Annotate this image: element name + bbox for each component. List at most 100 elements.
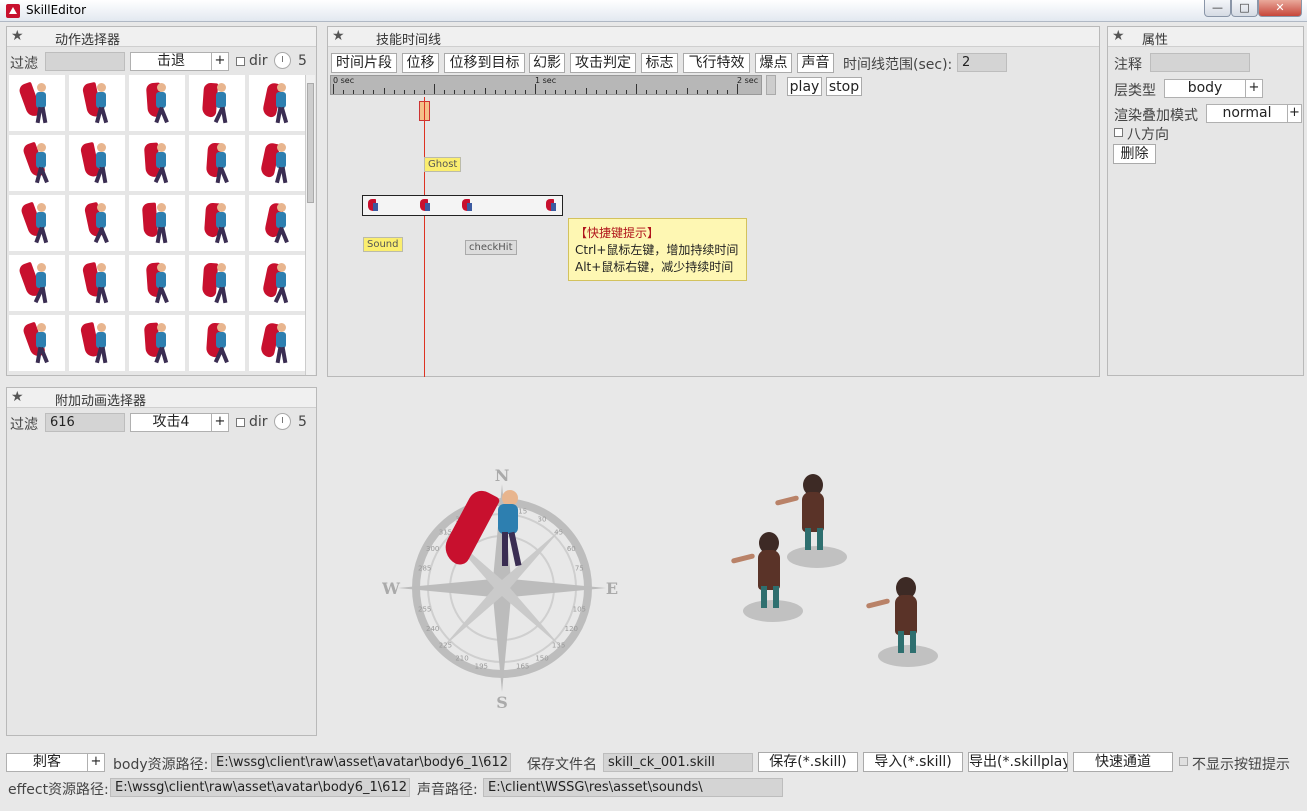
action-frame-cell[interactable]	[249, 135, 305, 191]
action-grid-scrollbar[interactable]	[305, 75, 315, 375]
action-add-button[interactable]: +	[211, 52, 229, 71]
layer-type-add-button[interactable]: +	[1245, 79, 1263, 98]
save-filename-input[interactable]: skill_ck_001.skill	[603, 753, 753, 772]
action-frame-cell[interactable]	[189, 135, 245, 191]
extra-filter-input[interactable]: 616	[45, 413, 125, 432]
action-frame-cell[interactable]	[249, 75, 305, 131]
action-frame-cell[interactable]	[69, 135, 125, 191]
stop-button[interactable]: stop	[826, 77, 862, 96]
action-frame-cell[interactable]	[249, 195, 305, 251]
import-button[interactable]: 导入(*.skill)	[863, 752, 963, 772]
play-button[interactable]: play	[787, 77, 822, 96]
action-frame-cell[interactable]	[69, 195, 125, 251]
timeline-ruler[interactable]: 0 sec 1 sec 2 sec	[330, 75, 762, 95]
extra-animation-list[interactable]	[9, 436, 314, 733]
role-add-button[interactable]: +	[87, 753, 105, 772]
attack-judge-button[interactable]: 攻击判定	[570, 53, 636, 73]
animation-clip-track[interactable]	[362, 195, 563, 216]
compass-degree-label: 255	[418, 606, 431, 614]
action-frame-cell[interactable]	[69, 255, 125, 311]
scrollbar-thumb[interactable]	[307, 83, 314, 203]
extra-action-add-button[interactable]: +	[211, 413, 229, 432]
export-button[interactable]: 导出(*.skillplay	[968, 752, 1068, 772]
filter-input[interactable]	[45, 52, 125, 71]
save-button[interactable]: 保存(*.skill)	[758, 752, 858, 772]
blend-mode-combo[interactable]: normal	[1206, 104, 1288, 123]
layer-type-combo[interactable]: body	[1164, 79, 1246, 98]
sprite-part	[99, 106, 109, 124]
ruler-tick	[585, 88, 587, 94]
note-input[interactable]	[1150, 53, 1250, 72]
preview-stage[interactable]: N S E W 31533034515304560751051201351501…	[319, 378, 1307, 738]
close-button[interactable]: ✕	[1258, 0, 1302, 17]
displace-button[interactable]: 位移	[402, 53, 439, 73]
sprite-part	[40, 286, 48, 304]
checkhit-tag[interactable]: checkHit	[465, 240, 517, 255]
action-frame-cell[interactable]	[9, 75, 65, 131]
tooltip-title: 【快捷键提示】	[575, 226, 660, 240]
action-frame-cell[interactable]	[249, 315, 305, 371]
extra-animation-panel: ★ 附加动画选择器 过滤 616 攻击4 + dir 5	[6, 387, 317, 736]
action-frame-cell[interactable]	[189, 75, 245, 131]
sprite-part	[96, 272, 106, 288]
enemy-character[interactable]	[864, 573, 954, 683]
action-frame-cell[interactable]	[69, 75, 125, 131]
extra-dir-checkbox[interactable]	[236, 418, 245, 427]
sprite-part	[159, 166, 169, 184]
action-frame-cell[interactable]	[69, 315, 125, 371]
timeline-range-input[interactable]: 2	[957, 53, 1007, 72]
sprite-part	[216, 332, 226, 348]
compass-degree-label: 135	[552, 642, 565, 650]
hide-hint-checkbox[interactable]	[1179, 757, 1188, 766]
enemy-character[interactable]	[729, 528, 819, 638]
dial-icon[interactable]	[274, 52, 291, 69]
sprite-part	[217, 203, 226, 212]
quick-channel-button[interactable]: 快速通道	[1073, 752, 1173, 772]
action-frame-cell[interactable]	[9, 135, 65, 191]
action-combo[interactable]: 击退	[130, 52, 212, 71]
delete-button[interactable]: 删除	[1113, 144, 1156, 164]
minimize-button[interactable]: —	[1204, 0, 1231, 17]
blend-mode-add-button[interactable]: +	[1287, 104, 1302, 123]
action-frame-cell[interactable]	[129, 75, 185, 131]
compass-degree-label: 240	[426, 625, 439, 633]
eight-direction-checkbox[interactable]	[1114, 128, 1123, 137]
action-frame-cell[interactable]	[129, 315, 185, 371]
hero-character[interactable]	[439, 485, 534, 586]
phantom-button[interactable]: 幻影	[529, 53, 565, 73]
action-frame-cell[interactable]	[129, 255, 185, 311]
action-frame-cell[interactable]	[9, 255, 65, 311]
sprite-part	[217, 83, 226, 92]
action-frame-cell[interactable]	[189, 195, 245, 251]
dir-checkbox[interactable]	[236, 57, 245, 66]
compass-degree-label: 285	[418, 564, 431, 572]
extra-action-combo[interactable]: 攻击4	[130, 413, 212, 432]
action-frame-cell[interactable]	[9, 195, 65, 251]
maximize-button[interactable]: □	[1231, 0, 1258, 17]
action-frame-cell[interactable]	[129, 135, 185, 191]
sound-tag[interactable]: Sound	[363, 237, 403, 252]
extra-animation-title: 附加动画选择器	[55, 394, 147, 409]
body-path-input[interactable]: E:\wssg\client\raw\asset\avatar\body6_1\…	[211, 753, 511, 772]
action-frame-cell[interactable]	[249, 255, 305, 311]
sound-button[interactable]: 声音	[797, 53, 834, 73]
sound-path-input[interactable]: E:\client\WSSG\res\asset\sounds\	[483, 778, 783, 797]
role-combo[interactable]: 刺客	[6, 753, 88, 772]
action-frame-cell[interactable]	[9, 315, 65, 371]
ghost-tag[interactable]: Ghost	[424, 157, 462, 172]
burst-point-button[interactable]: 爆点	[755, 53, 792, 73]
displace-to-target-button[interactable]: 位移到目标	[444, 53, 525, 73]
dial-icon[interactable]	[274, 413, 291, 430]
sprite-part	[36, 332, 46, 348]
marker-button[interactable]: 标志	[641, 53, 678, 73]
action-frame-cell[interactable]	[189, 255, 245, 311]
sprite-part	[97, 263, 106, 272]
timeline-segment-button[interactable]: 时间片段	[331, 53, 397, 73]
ruler-scroll-handle[interactable]	[766, 75, 776, 95]
compass-e: E	[606, 579, 618, 598]
action-frame-cell[interactable]	[189, 315, 245, 371]
fly-effect-button[interactable]: 飞行特效	[683, 53, 750, 73]
star-icon: ★	[1112, 28, 1125, 44]
action-frame-cell[interactable]	[129, 195, 185, 251]
effect-path-input[interactable]: E:\wssg\client\raw\asset\avatar\body6_1\…	[110, 778, 410, 797]
